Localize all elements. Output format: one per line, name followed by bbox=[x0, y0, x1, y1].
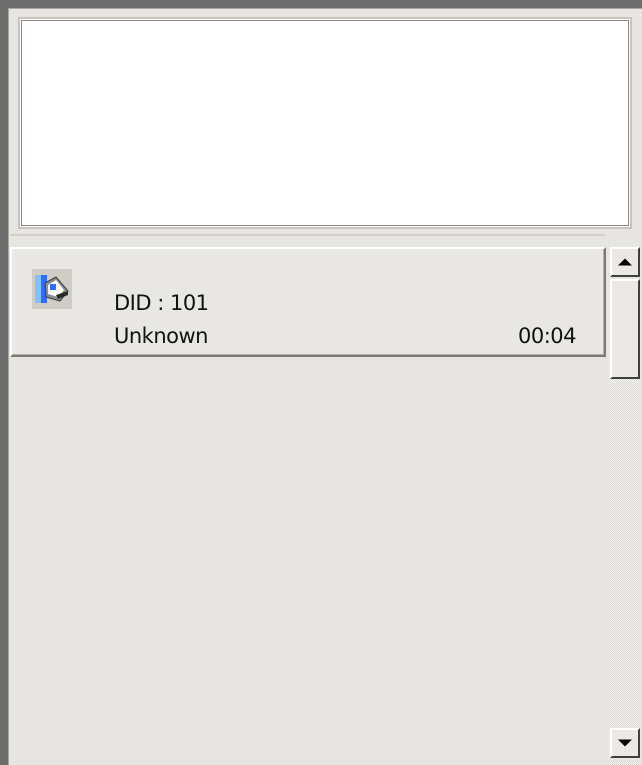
call-duration: 00:04 bbox=[517, 324, 577, 348]
preview-panel bbox=[18, 17, 632, 229]
phone-handset-icon bbox=[32, 269, 72, 309]
arrow-down-icon bbox=[618, 739, 632, 747]
call-list-item[interactable]: DID : 101 Unknown 00:04 bbox=[10, 247, 606, 357]
did-label: DID : 101 bbox=[114, 291, 209, 315]
scrollbar-thumb[interactable] bbox=[610, 279, 640, 379]
call-item-bevel bbox=[12, 249, 604, 355]
scroll-up-button[interactable] bbox=[610, 247, 640, 277]
arrow-up-icon bbox=[618, 258, 632, 266]
scroll-down-button[interactable] bbox=[610, 728, 640, 758]
caller-name: Unknown bbox=[114, 324, 208, 348]
vertical-scrollbar[interactable] bbox=[608, 245, 642, 765]
